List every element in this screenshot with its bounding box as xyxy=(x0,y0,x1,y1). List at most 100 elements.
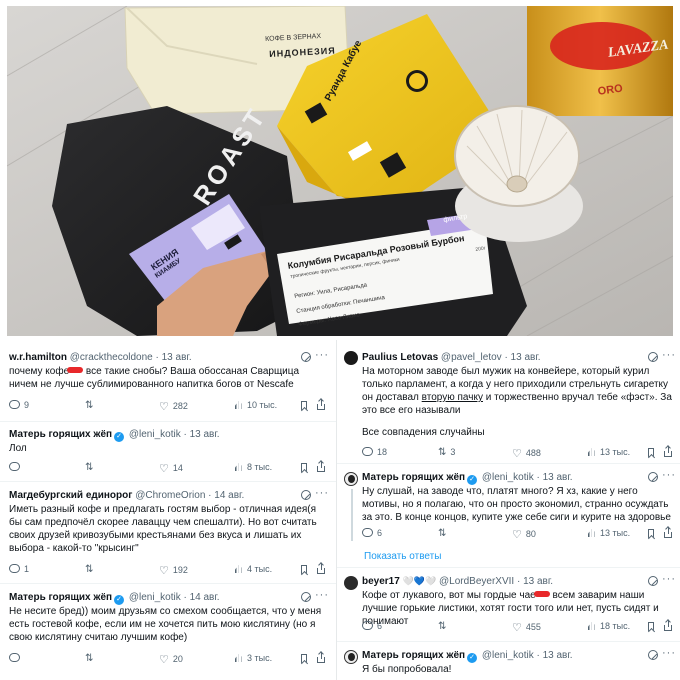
reply-button[interactable]: 6 xyxy=(362,528,382,538)
grok-icon[interactable] xyxy=(301,490,311,500)
bookmark-icon[interactable] xyxy=(648,529,654,538)
tweet-leni-1[interactable]: Матерь горящих жёп ✓ @leni_kotik · 13 авг… xyxy=(9,428,327,475)
more-icon[interactable]: ··· xyxy=(662,647,676,659)
reply-button[interactable] xyxy=(9,462,24,472)
like-button[interactable]: ♡ 80 xyxy=(512,528,536,541)
author-handle[interactable]: @leni_kotik xyxy=(482,472,534,483)
tweet-leni-2[interactable]: Матерь горящих жёп ✓ @leni_kotik · 14 авг… xyxy=(9,589,329,669)
like-button[interactable]: ♡ 20 xyxy=(159,653,183,666)
retweet-button[interactable]: ⇅ xyxy=(85,653,97,664)
reply-button[interactable] xyxy=(9,653,24,663)
retweet-button[interactable]: ⇅ xyxy=(438,528,450,539)
share-icon[interactable] xyxy=(317,399,325,410)
grok-icon[interactable] xyxy=(648,472,658,482)
retweet-button[interactable]: ⇅ xyxy=(85,400,97,411)
tweet-date[interactable]: · 14 авг. xyxy=(183,592,219,603)
like-button[interactable]: ♡ 192 xyxy=(159,564,188,577)
author-name[interactable]: beyer17 xyxy=(362,576,400,587)
author-name[interactable]: Paulius Letovas xyxy=(362,352,438,363)
author-name[interactable]: Матерь горящих жёп xyxy=(9,429,112,440)
author-name[interactable]: Матерь горящих жёп xyxy=(9,592,112,603)
tweet-date[interactable]: · 13 авг. xyxy=(183,429,219,440)
bookmark-icon[interactable] xyxy=(648,448,654,457)
tweet-date[interactable]: · 13 авг. xyxy=(156,352,192,363)
views-button[interactable]: 13 тыс. xyxy=(588,447,630,457)
bookmark-icon[interactable] xyxy=(301,401,307,410)
heart-icon: ♡ xyxy=(512,448,522,460)
author-handle[interactable]: @ChromeOrion xyxy=(135,490,205,501)
retweet-button[interactable]: ⇅ xyxy=(85,462,97,473)
views-button[interactable]: 3 тыс. xyxy=(235,653,272,663)
views-button[interactable]: 4 тыс. xyxy=(235,564,272,574)
author-handle[interactable]: @pavel_letov xyxy=(441,352,502,363)
grok-icon[interactable] xyxy=(301,592,311,602)
show-replies-link[interactable]: Показать ответы xyxy=(364,551,441,562)
avatar[interactable] xyxy=(344,576,358,590)
tweet-text-footnote: Все совпадения случайны xyxy=(362,427,485,438)
avatar[interactable] xyxy=(344,472,358,486)
grok-icon[interactable] xyxy=(648,576,658,586)
like-button[interactable]: ♡ 14 xyxy=(159,462,183,475)
tweet-date[interactable]: · 13 авг. xyxy=(504,352,540,363)
reply-button[interactable]: 9 xyxy=(9,400,29,410)
grok-icon[interactable] xyxy=(648,352,658,362)
share-icon[interactable] xyxy=(664,527,672,538)
reply-button[interactable]: 1 xyxy=(9,564,29,574)
avatar[interactable] xyxy=(344,351,358,365)
reply-button[interactable]: 18 xyxy=(362,447,387,457)
author-name[interactable]: Матерь горящих жёп xyxy=(362,650,465,661)
like-button[interactable]: ♡ 488 xyxy=(512,447,541,460)
share-icon[interactable] xyxy=(317,563,325,574)
author-name[interactable]: Матерь горящих жёп xyxy=(362,472,465,483)
more-icon[interactable]: ··· xyxy=(662,573,676,585)
more-icon[interactable]: ··· xyxy=(662,349,676,361)
author-name[interactable]: Магдебургский единорог xyxy=(9,490,132,501)
retweet-button[interactable]: ⇅ xyxy=(85,564,97,575)
like-button[interactable]: ♡ 455 xyxy=(512,621,541,634)
tweet-date[interactable]: · 14 авг. xyxy=(208,490,244,501)
views-count: 13 тыс. xyxy=(600,447,631,457)
grok-icon[interactable] xyxy=(301,352,311,362)
views-button[interactable]: 10 тыс. xyxy=(235,400,277,410)
bookmark-icon[interactable] xyxy=(301,565,307,574)
more-icon[interactable]: ··· xyxy=(315,487,329,499)
bookmark-icon[interactable] xyxy=(648,622,654,631)
author-handle[interactable]: @LordBeyerXVII xyxy=(439,576,514,587)
grok-icon[interactable] xyxy=(648,650,658,660)
like-count: 192 xyxy=(172,565,188,575)
tweet-date[interactable]: · 13 авг. xyxy=(536,472,572,483)
views-button[interactable]: 8 тыс. xyxy=(235,462,272,472)
more-icon[interactable]: ··· xyxy=(315,349,329,361)
like-button[interactable]: ♡ 282 xyxy=(159,400,188,413)
retweet-button[interactable]: ⇅ 3 xyxy=(438,447,455,458)
tweet-letov[interactable]: Paulius Letovas @pavel_letov · 13 авг. ·… xyxy=(362,349,676,460)
share-icon[interactable] xyxy=(317,652,325,663)
more-icon[interactable]: ··· xyxy=(662,469,676,481)
tweet-leni-3[interactable]: Матерь горящих жёп ✓ @leni_kotik · 13 авг… xyxy=(362,469,676,543)
author-handle[interactable]: @leni_kotik xyxy=(482,650,534,661)
views-icon xyxy=(588,622,596,630)
tweet-hamilton[interactable]: w.r.hamilton @crackthecoldone · 13 авг. … xyxy=(9,349,329,415)
author-name[interactable]: w.r.hamilton xyxy=(9,352,67,363)
tweet-beyer[interactable]: beyer17 🤍💙🤍 @LordBeyerXVII · 13 авг. ···… xyxy=(362,573,676,637)
share-icon[interactable] xyxy=(664,446,672,457)
retweet-button[interactable]: ⇅ xyxy=(438,621,450,632)
tweet-date[interactable]: · 13 авг. xyxy=(536,650,572,661)
views-button[interactable]: 18 тыс. xyxy=(588,621,630,631)
tweet-date[interactable]: · 13 авг. xyxy=(517,576,553,587)
views-button[interactable]: 13 тыс. xyxy=(588,528,630,538)
tweet-chromeorion[interactable]: Магдебургский единорог @ChromeOrion · 14… xyxy=(9,487,329,579)
share-icon[interactable] xyxy=(664,620,672,631)
more-icon[interactable]: ··· xyxy=(315,589,329,601)
verified-badge-icon: ✓ xyxy=(114,432,125,442)
author-handle[interactable]: @crackthecoldone xyxy=(70,352,153,363)
bookmark-icon[interactable] xyxy=(301,463,307,472)
author-handle[interactable]: @leni_kotik xyxy=(129,429,181,440)
tweet-leni-4[interactable]: Матерь горящих жёп ✓ @leni_kotik · 13 авг… xyxy=(362,647,676,677)
bookmark-icon[interactable] xyxy=(301,654,307,663)
verified-badge-icon: ✓ xyxy=(467,475,478,485)
avatar[interactable] xyxy=(344,650,358,664)
share-icon[interactable] xyxy=(317,461,325,472)
reply-button[interactable]: 6 xyxy=(362,621,382,631)
author-handle[interactable]: @leni_kotik xyxy=(129,592,181,603)
